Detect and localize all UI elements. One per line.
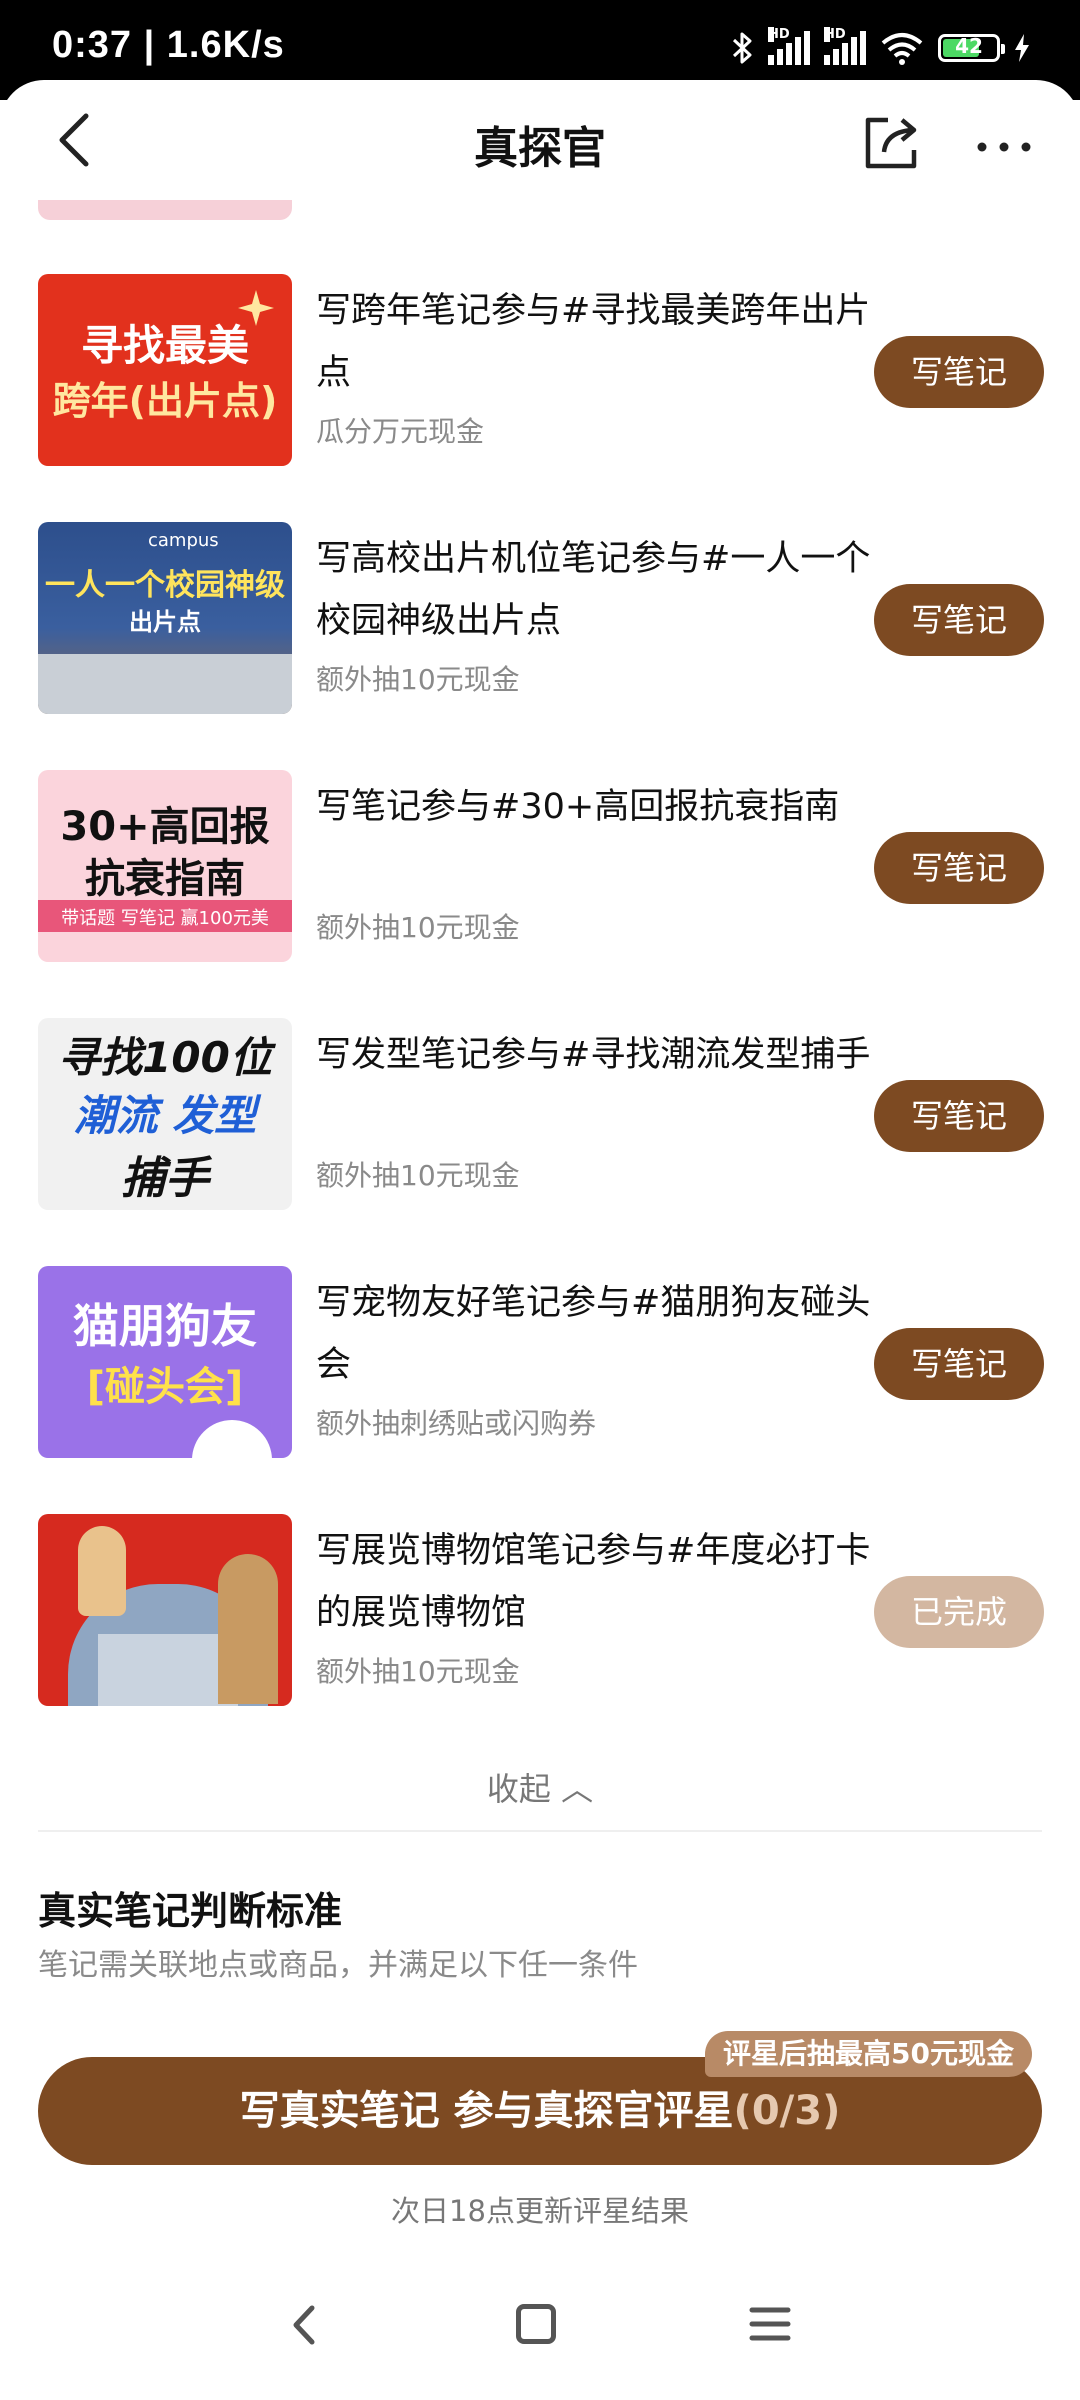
task-item[interactable]: 寻找100位 潮流 发型 捕手 写发型笔记参与#寻找潮流发型捕手 额外抽10元现… — [38, 1018, 1044, 1212]
reward-badge: 评星后抽最高50元现金 — [705, 2031, 1032, 2077]
criteria-title: 真实笔记判断标准 — [38, 1889, 343, 1933]
thumb-text: 抗衰指南 — [85, 856, 245, 902]
thumb-text: 捕手 — [121, 1153, 209, 1204]
write-note-button[interactable]: 写笔记 — [874, 584, 1044, 656]
task-subtitle: 额外抽刺绣贴或闪购券 — [316, 1407, 597, 1440]
cta-count: (0/3) — [733, 2088, 841, 2134]
wifi-icon — [880, 31, 924, 65]
write-note-button[interactable]: 写笔记 — [874, 1328, 1044, 1400]
task-title: 写宠物友好笔记参与#猫朋狗友碰头会 — [316, 1283, 871, 1385]
criteria-subtitle: 笔记需关联地点或商品，并满足以下任一条件 — [38, 1948, 638, 1983]
signal-icon: HD — [824, 27, 866, 65]
write-note-button[interactable]: 写笔记 — [874, 1080, 1044, 1152]
thumb-text: 出片点 — [129, 608, 201, 636]
task-subtitle: 瓜分万元现金 — [316, 415, 485, 448]
status-time: 0:37 | 1.6K/s — [52, 24, 285, 66]
hd-label: HD — [768, 27, 790, 42]
task-thumbnail: 寻找100位 潮流 发型 捕手 — [38, 1018, 292, 1210]
task-title: 写跨年笔记参与#寻找最美跨年出片点 — [316, 291, 871, 393]
thumb-text: 跨年(出片点) — [52, 379, 278, 423]
sparkle-icon — [238, 290, 274, 326]
thumb-text: campus — [148, 530, 219, 551]
thumb-text: [碰头会] — [86, 1364, 244, 1410]
task-subtitle: 额外抽10元现金 — [316, 911, 520, 944]
signal-icon: HD — [768, 27, 810, 65]
thumb-text: 寻找100位 — [58, 1033, 272, 1082]
previous-item-thumbnail — [38, 200, 292, 220]
battery-icon: 42 — [938, 34, 1005, 62]
bluetooth-icon — [732, 31, 754, 65]
task-item[interactable]: 写展览博物馆笔记参与#年度必打卡的展览博物馆 额外抽10元现金 已完成 — [38, 1514, 1044, 1708]
status-icons: HD HD 42 — [732, 26, 1030, 70]
charging-icon — [1014, 34, 1030, 62]
page-sheet: 真探官 寻找最美 跨年(出片点) 写跨年笔记参与#寻找最美跨年出片点 瓜分万元现… — [0, 80, 1080, 2400]
write-note-button[interactable]: 写笔记 — [874, 832, 1044, 904]
menu-icon[interactable] — [748, 2304, 792, 2344]
share-icon[interactable] — [862, 110, 922, 172]
hd-label: HD — [824, 27, 846, 42]
cta-note: 次日18点更新评星结果 — [391, 2194, 689, 2228]
system-nav-bar — [0, 2290, 1080, 2370]
task-item[interactable]: 30+高回报 抗衰指南 带话题 写笔记 赢100元美 写笔记参与#30+高回报抗… — [38, 770, 1044, 964]
task-title: 写高校出片机位笔记参与#一人一个校园神级出片点 — [316, 539, 871, 641]
back-icon[interactable] — [286, 2300, 322, 2350]
collapse-button[interactable]: 收起 ︿ — [0, 1764, 1080, 1810]
task-thumbnail: 猫朋狗友 [碰头会] — [38, 1266, 292, 1458]
task-title: 写笔记参与#30+高回报抗衰指南 — [316, 787, 840, 827]
task-item[interactable]: 寻找最美 跨年(出片点) 写跨年笔记参与#寻找最美跨年出片点 瓜分万元现金 写笔… — [38, 274, 1044, 468]
thumb-text: 猫朋狗友 — [73, 1299, 257, 1353]
home-icon[interactable] — [516, 2304, 556, 2344]
completed-button[interactable]: 已完成 — [874, 1576, 1044, 1648]
thumb-text: 带话题 写笔记 赢100元美 — [61, 908, 269, 929]
cta-label: 写真实笔记 参与真探官评星 — [239, 2088, 734, 2134]
task-subtitle: 额外抽10元现金 — [316, 1655, 520, 1688]
task-subtitle: 额外抽10元现金 — [316, 663, 520, 696]
task-title: 写发型笔记参与#寻找潮流发型捕手 — [316, 1035, 871, 1075]
task-subtitle: 额外抽10元现金 — [316, 1159, 520, 1192]
task-thumbnail: campus 一人一个校园神级 出片点 — [38, 522, 292, 714]
divider — [38, 1830, 1042, 1832]
thumb-text: 30+高回报 — [60, 804, 270, 850]
task-item[interactable]: 猫朋狗友 [碰头会] 写宠物友好笔记参与#猫朋狗友碰头会 额外抽刺绣贴或闪购券 … — [38, 1266, 1044, 1460]
thumb-text: 潮流 发型 — [73, 1091, 257, 1140]
task-thumbnail — [38, 1514, 292, 1706]
nav-bar: 真探官 — [0, 80, 1080, 200]
battery-level: 42 — [955, 34, 983, 58]
task-thumbnail: 寻找最美 跨年(出片点) — [38, 274, 292, 466]
task-title: 写展览博物馆笔记参与#年度必打卡的展览博物馆 — [316, 1531, 871, 1633]
more-icon[interactable] — [976, 138, 1032, 152]
task-item[interactable]: campus 一人一个校园神级 出片点 写高校出片机位笔记参与#一人一个校园神级… — [38, 522, 1044, 716]
write-note-button[interactable]: 写笔记 — [874, 336, 1044, 408]
task-thumbnail: 30+高回报 抗衰指南 带话题 写笔记 赢100元美 — [38, 770, 292, 962]
thumb-text: 一人一个校园神级 — [45, 568, 285, 603]
